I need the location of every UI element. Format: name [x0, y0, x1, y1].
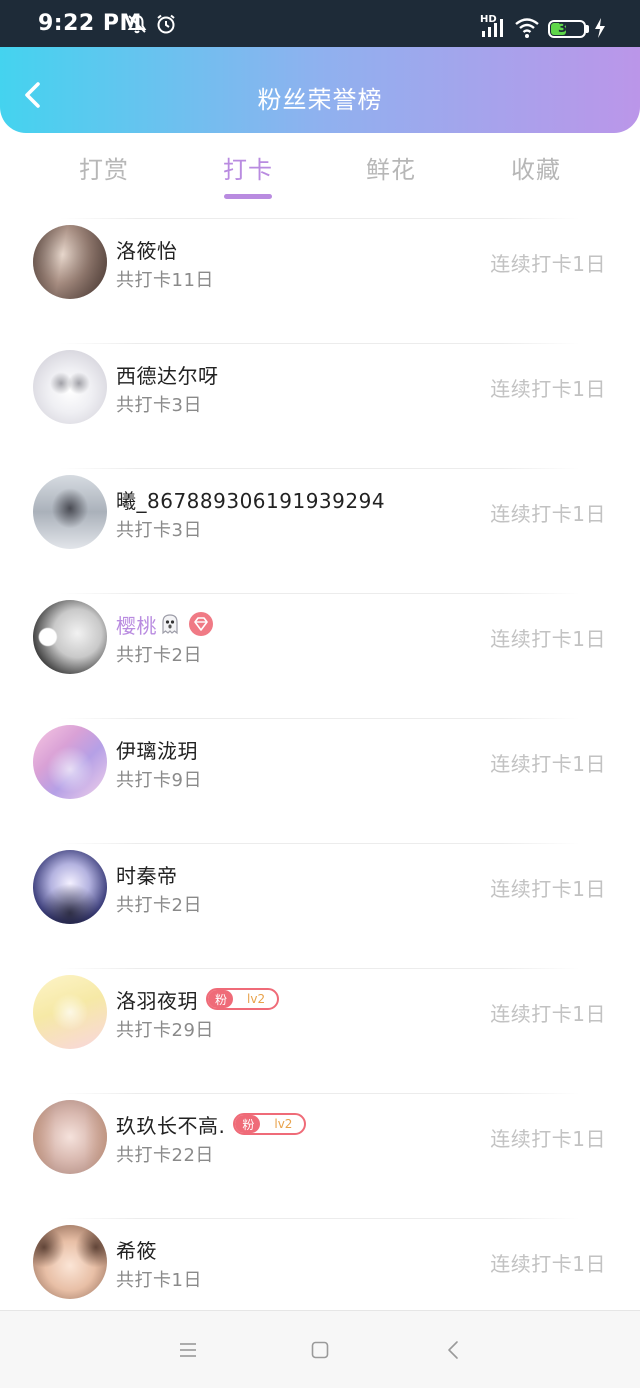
user-name: 希筱: [116, 1238, 157, 1263]
streak-text: 连续打卡1日: [490, 502, 606, 526]
signal-icon: [482, 19, 503, 37]
tab-reward[interactable]: 打赏: [32, 150, 176, 185]
total-checkins: 共打卡11日: [116, 270, 214, 291]
avatar[interactable]: [33, 1100, 107, 1174]
list-item[interactable]: 樱桃 共打卡2日 连续打卡1日: [0, 575, 640, 700]
tab-flowers[interactable]: 鲜花: [319, 150, 463, 185]
avatar[interactable]: [33, 725, 107, 799]
home-square-icon[interactable]: [308, 1338, 332, 1362]
list-item[interactable]: 洛筱怡 共打卡11日 连续打卡1日: [0, 200, 640, 325]
streak-text: 连续打卡1日: [490, 1252, 606, 1276]
streak-text: 连续打卡1日: [490, 1002, 606, 1026]
avatar[interactable]: [33, 975, 107, 1049]
row-divider: [60, 968, 580, 969]
list-item[interactable]: 伊璃泷玥 共打卡9日 连续打卡1日: [0, 700, 640, 825]
user-name: 洛筱怡: [116, 238, 178, 263]
row-divider: [60, 1218, 580, 1219]
fan-badge-label: 粉: [235, 1115, 261, 1133]
fan-badge-level: lv2: [247, 992, 266, 1006]
avatar[interactable]: [33, 1225, 107, 1299]
avatar[interactable]: [33, 850, 107, 924]
user-name: 西德达尔呀: [116, 363, 219, 388]
tab-bar: 打赏 打卡 鲜花 收藏: [0, 140, 640, 202]
tab-favorites[interactable]: 收藏: [464, 150, 608, 185]
row-divider: [60, 718, 580, 719]
avatar[interactable]: [33, 475, 107, 549]
streak-text: 连续打卡1日: [490, 377, 606, 401]
battery-icon: 34: [548, 20, 586, 38]
fan-level-badge: 粉 lv2: [233, 1113, 307, 1135]
list-item[interactable]: 希筱 共打卡1日 连续打卡1日: [0, 1200, 640, 1325]
diamond-badge-icon: [189, 612, 213, 636]
list-item[interactable]: 玖玖长不高. 粉 lv2 共打卡22日 连续打卡1日: [0, 1075, 640, 1200]
total-checkins: 共打卡22日: [116, 1145, 214, 1166]
avatar[interactable]: [33, 225, 107, 299]
user-name: 玖玖长不高.: [116, 1113, 226, 1138]
streak-text: 连续打卡1日: [490, 1127, 606, 1151]
ghost-emoji-icon: [162, 614, 178, 635]
user-name: 樱桃: [116, 613, 157, 638]
mute-icon: [127, 14, 147, 34]
battery-percent: 34: [557, 21, 577, 36]
user-name: 曦_867889306191939294: [116, 488, 386, 513]
row-divider: [60, 843, 580, 844]
streak-text: 连续打卡1日: [490, 627, 606, 651]
user-name: 洛羽夜玥: [116, 988, 198, 1013]
avatar[interactable]: [33, 350, 107, 424]
total-checkins: 共打卡2日: [116, 895, 202, 916]
active-tab-indicator: [224, 194, 272, 199]
fan-badge-level: lv2: [274, 1117, 293, 1131]
status-bar: 9:22 PM HD 34: [0, 0, 640, 47]
fan-badge-label: 粉: [208, 990, 234, 1008]
total-checkins: 共打卡3日: [116, 520, 202, 541]
fan-level-badge: 粉 lv2: [206, 988, 280, 1010]
tab-checkin[interactable]: 打卡: [176, 150, 320, 185]
battery-tip: [586, 25, 589, 33]
system-nav-bar: [0, 1310, 640, 1388]
user-name: 伊璃泷玥: [116, 738, 198, 763]
streak-text: 连续打卡1日: [490, 252, 606, 276]
row-divider: [60, 343, 580, 344]
streak-text: 连续打卡1日: [490, 752, 606, 776]
alarm-icon: [157, 14, 175, 34]
streak-text: 连续打卡1日: [490, 877, 606, 901]
page-title: 粉丝荣誉榜: [257, 86, 383, 114]
list-item[interactable]: 洛羽夜玥 粉 lv2 共打卡29日 连续打卡1日: [0, 950, 640, 1075]
user-name: 时秦帝: [116, 863, 178, 888]
row-divider: [60, 218, 580, 219]
row-divider: [60, 1093, 580, 1094]
row-divider: [60, 593, 580, 594]
back-triangle-icon[interactable]: [442, 1338, 466, 1362]
charging-icon: [595, 18, 605, 38]
total-checkins: 共打卡9日: [116, 770, 202, 791]
list-item[interactable]: 西德达尔呀 共打卡3日 连续打卡1日: [0, 325, 640, 450]
menu-icon[interactable]: [176, 1338, 200, 1362]
list-item[interactable]: 曦_867889306191939294 共打卡3日 连续打卡1日: [0, 450, 640, 575]
total-checkins: 共打卡1日: [116, 1270, 202, 1291]
avatar[interactable]: [33, 600, 107, 674]
total-checkins: 共打卡2日: [116, 645, 202, 666]
total-checkins: 共打卡29日: [116, 1020, 214, 1041]
list-item[interactable]: 时秦帝 共打卡2日 连续打卡1日: [0, 825, 640, 950]
row-divider: [60, 468, 580, 469]
total-checkins: 共打卡3日: [116, 395, 202, 416]
wifi-icon: [515, 18, 539, 38]
